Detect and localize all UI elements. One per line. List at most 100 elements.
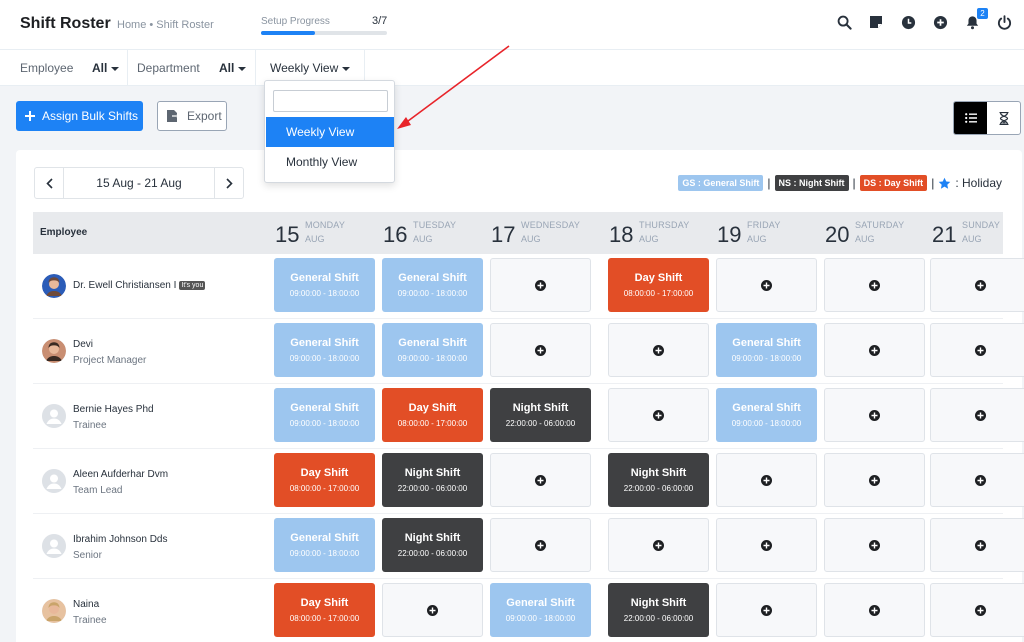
employee-name[interactable]: Dr. Ewell Christiansen I It's you (73, 280, 206, 291)
shift-time: 09:00:00 - 18:00:00 (731, 419, 802, 428)
avatar[interactable] (42, 599, 66, 623)
roster-row: Dr. Ewell Christiansen I It's you General … (33, 254, 1024, 319)
employee-name[interactable]: Naina (73, 599, 99, 610)
department-filter-select[interactable]: All (219, 61, 247, 75)
sticky-note-icon[interactable] (866, 12, 886, 32)
shift-cell-gs[interactable]: General Shift 09:00:00 - 18:00:00 (274, 258, 375, 312)
empty-shift-cell[interactable] (608, 388, 709, 442)
caret-down-icon (342, 66, 351, 71)
empty-shift-cell[interactable] (824, 518, 925, 572)
export-button[interactable]: Export (157, 101, 227, 131)
empty-shift-cell[interactable] (824, 453, 925, 507)
shift-name: General Shift (290, 532, 359, 544)
caret-down-icon (238, 66, 247, 71)
bell-icon[interactable]: 2 (962, 8, 988, 32)
shift-cell-gs[interactable]: General Shift 09:00:00 - 18:00:00 (716, 323, 817, 377)
employee-name[interactable]: Bernie Hayes Phd (73, 404, 154, 415)
shift-cell-ds[interactable]: Day Shift 08:00:00 - 17:00:00 (274, 453, 375, 507)
empty-shift-cell[interactable] (930, 323, 1024, 377)
add-shift-icon (869, 604, 880, 616)
empty-shift-cell[interactable] (824, 388, 925, 442)
setup-progress-bar[interactable] (261, 31, 387, 35)
empty-shift-cell[interactable] (490, 258, 591, 312)
day-name: THURSDAY (639, 220, 690, 230)
shift-cell-ns[interactable]: Night Shift 22:00:00 - 06:00:00 (608, 453, 709, 507)
shift-cell-ds[interactable]: Day Shift 08:00:00 - 17:00:00 (608, 258, 709, 312)
empty-shift-cell[interactable] (716, 518, 817, 572)
dropdown-item-monthly-view[interactable]: Monthly View (266, 147, 394, 177)
shift-name: General Shift (398, 272, 467, 284)
empty-shift-cell[interactable] (490, 323, 591, 377)
avatar[interactable] (42, 534, 66, 558)
empty-shift-cell[interactable] (382, 583, 483, 637)
empty-shift-cell[interactable] (716, 453, 817, 507)
shift-cell-ns[interactable]: Night Shift 22:00:00 - 06:00:00 (382, 518, 483, 572)
employee-cell: Devi Project Manager (37, 319, 257, 384)
empty-shift-cell[interactable] (930, 453, 1024, 507)
shift-cell-ns[interactable]: Night Shift 22:00:00 - 06:00:00 (382, 453, 483, 507)
shift-cell-gs[interactable]: General Shift 09:00:00 - 18:00:00 (490, 583, 591, 637)
empty-shift-cell[interactable] (824, 323, 925, 377)
breadcrumb[interactable]: Home • Shift Roster (117, 19, 214, 31)
empty-shift-cell[interactable] (930, 258, 1024, 312)
empty-shift-cell[interactable] (716, 258, 817, 312)
shift-cell-gs[interactable]: General Shift 09:00:00 - 18:00:00 (274, 518, 375, 572)
day-name: SUNDAY (962, 220, 1001, 230)
empty-shift-cell[interactable] (716, 583, 817, 637)
shift-cell-ds[interactable]: Day Shift 08:00:00 - 17:00:00 (382, 388, 483, 442)
legend-separator: | (852, 176, 856, 190)
employee-name-text: Bernie Hayes Phd (73, 404, 154, 415)
power-icon[interactable] (994, 12, 1014, 32)
empty-shift-cell[interactable] (824, 583, 925, 637)
clock-icon[interactable] (898, 12, 918, 32)
empty-shift-cell[interactable] (608, 323, 709, 377)
shift-cell-gs[interactable]: General Shift 09:00:00 - 18:00:00 (274, 388, 375, 442)
empty-shift-cell[interactable] (608, 518, 709, 572)
empty-shift-cell[interactable] (490, 453, 591, 507)
roster-row: Ibrahim Johnson Dds Senior General Shift 09… (33, 514, 1024, 579)
add-shift-icon (535, 539, 546, 551)
avatar[interactable] (42, 469, 66, 493)
shift-cell-ns[interactable]: Night Shift 22:00:00 - 06:00:00 (490, 388, 591, 442)
empty-shift-cell[interactable] (930, 388, 1024, 442)
add-shift-icon (535, 344, 546, 356)
shift-cell-gs[interactable]: General Shift 09:00:00 - 18:00:00 (382, 258, 483, 312)
dropdown-item-weekly-view[interactable]: Weekly View (266, 117, 394, 147)
list-view-toggle[interactable] (954, 102, 987, 134)
shift-time: 09:00:00 - 18:00:00 (289, 289, 360, 298)
avatar[interactable] (42, 404, 66, 428)
shift-cell-ds[interactable]: Day Shift 08:00:00 - 17:00:00 (274, 583, 375, 637)
setup-progress-count: 3/7 (372, 15, 388, 27)
empty-shift-cell[interactable] (930, 518, 1024, 572)
employee-name[interactable]: Devi (73, 339, 93, 350)
department-filter-value: All (219, 61, 235, 75)
empty-shift-cell[interactable] (490, 518, 591, 572)
avatar[interactable] (42, 274, 66, 298)
employee-filter-label: Employee (20, 61, 74, 75)
day-number: 16 (383, 222, 408, 247)
shift-cell-ns[interactable]: Night Shift 22:00:00 - 06:00:00 (608, 583, 709, 637)
assign-bulk-shifts-label: Assign Bulk Shifts (42, 109, 139, 123)
roster-row: Naina Trainee Day Shift 08:00:00 - 17:00:00… (33, 579, 1024, 642)
shift-cell-gs[interactable]: General Shift 09:00:00 - 18:00:00 (274, 323, 375, 377)
assign-bulk-shifts-button[interactable]: Assign Bulk Shifts (16, 101, 143, 131)
search-icon[interactable] (834, 12, 854, 32)
star-icon (939, 177, 951, 189)
employee-name[interactable]: Aleen Aufderhar Dvm (73, 469, 168, 480)
view-mode-search-input[interactable] (273, 90, 388, 112)
empty-shift-cell[interactable] (930, 583, 1024, 637)
timeline-view-toggle[interactable] (987, 102, 1020, 134)
day-month: AUG (305, 234, 325, 244)
shift-cell-gs[interactable]: General Shift 09:00:00 - 18:00:00 (716, 388, 817, 442)
empty-shift-cell[interactable] (824, 258, 925, 312)
next-week-button[interactable] (214, 168, 243, 198)
add-circle-icon[interactable] (930, 12, 950, 32)
employee-filter-select[interactable]: All (92, 61, 120, 75)
avatar[interactable] (42, 339, 66, 363)
previous-week-button[interactable] (35, 168, 64, 198)
shift-cell-gs[interactable]: General Shift 09:00:00 - 18:00:00 (382, 323, 483, 377)
day-name: WEDNESDAY (521, 220, 581, 230)
employee-name[interactable]: Ibrahim Johnson Dds (73, 534, 168, 545)
roster-row: Bernie Hayes Phd Trainee General Shift 09:0… (33, 384, 1024, 449)
shift-name: Day Shift (300, 467, 349, 479)
